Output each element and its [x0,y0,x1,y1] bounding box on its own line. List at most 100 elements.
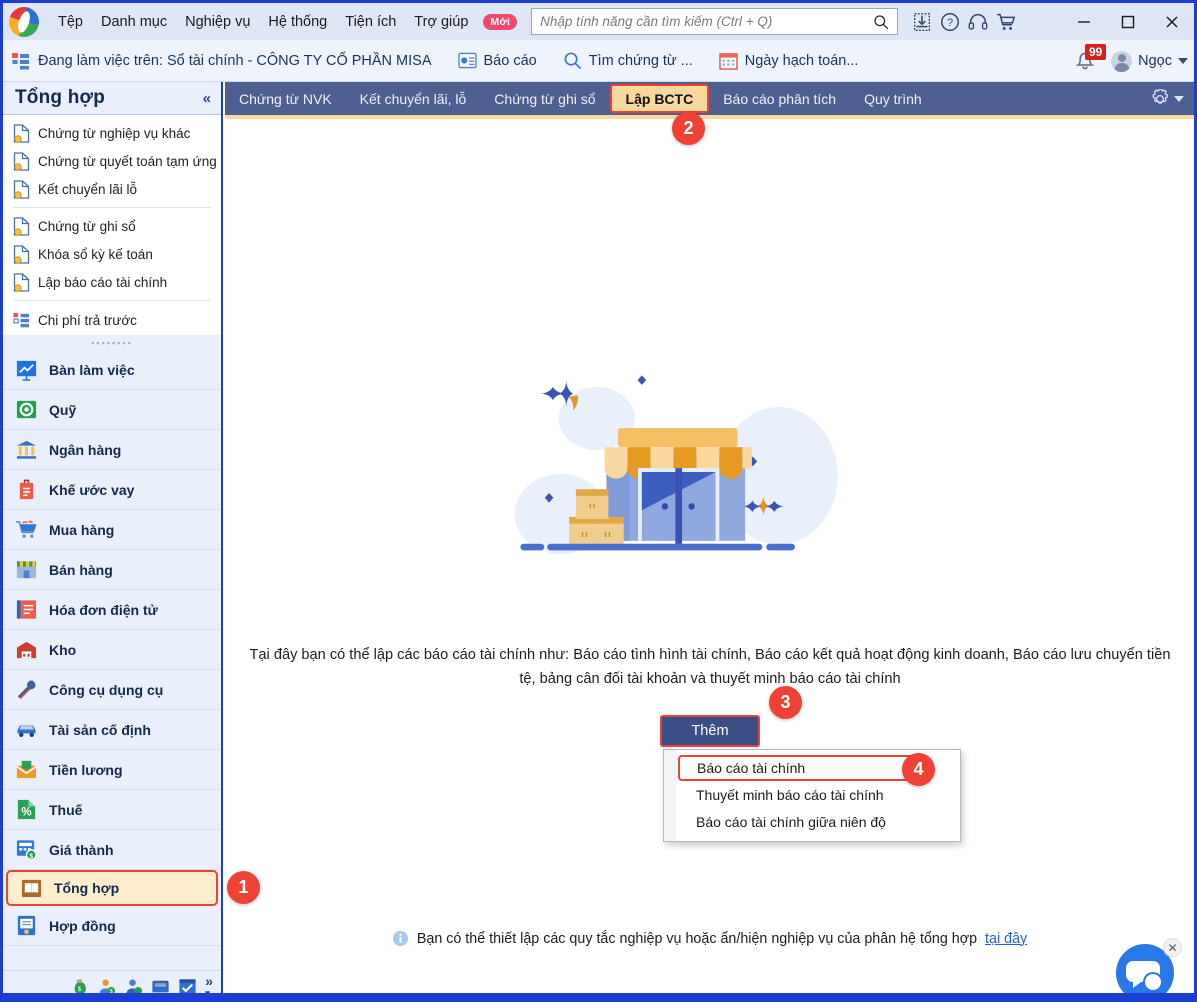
close-chat-icon[interactable]: ✕ [1163,938,1182,957]
sidebar-resize-handle[interactable]: ▪▪▪▪▪▪▪▪ [3,335,221,350]
tab-quy-trinh[interactable]: Quy trình [850,82,936,115]
sidebar-item-tong-hop[interactable]: Tổng hợp [6,870,218,906]
cart-icon[interactable] [995,11,1017,33]
notification-bell-button[interactable]: 99 [1071,44,1107,76]
new-badge: Mới [483,13,518,30]
contract-icon [17,915,36,936]
misa-logo-icon [9,6,39,37]
maximize-button[interactable] [1106,3,1150,40]
sidebar-item-tai-san-co-dinh[interactable]: Tài sản cố định [3,710,221,750]
tab-chung-tu-nvk[interactable]: Chứng từ NVK [225,82,346,115]
sidebar-link-ket-chuyen-lai-lo[interactable]: Kết chuyển lãi lỗ [3,175,221,203]
sidebar-item-hoa-don-dien-tu[interactable]: Hóa đơn điện tử [3,590,221,630]
tab-bar: Chứng từ NVK Kết chuyển lãi, lỗ Chứng từ… [225,82,1194,115]
car-icon [17,725,36,737]
dropdown-item-bctc-giua-nien-do[interactable]: Báo cáo tài chính giữa niên độ [664,808,960,835]
report-button[interactable]: Báo cáo [457,52,537,69]
find-voucher-button[interactable]: Tìm chứng từ ... [563,51,693,70]
module-label: Tổng hợp [54,880,120,896]
chevron-down-icon[interactable] [1174,95,1184,102]
module-label: Kho [49,641,77,658]
chevron-down-icon[interactable] [1178,58,1188,64]
sidebar-link-chung-tu-quyet-toan-tam-ung[interactable]: Chứng từ quyết toán tạm ứng [3,147,221,175]
toolbar-right-group: 99 Ngọc [1071,40,1188,82]
sidebar-item-ban-lam-viec[interactable]: Bàn làm việc [3,350,221,390]
org-tree-icon [12,52,29,69]
menu-tro-giup[interactable]: Trợ giúp [405,10,477,34]
collapse-sidebar-icon[interactable]: « [203,90,211,107]
headset-icon[interactable] [967,11,989,33]
window-controls [1062,3,1194,40]
module-label: Bán hàng [49,561,113,578]
posting-date-button[interactable]: Ngày hạch toán... [719,52,858,70]
module-label: Ngân hàng [49,441,122,458]
sidebar-item-quy[interactable]: Quỹ [3,390,221,430]
sidebar-item-khe-uoc-vay[interactable]: Khế ước vay [3,470,221,510]
search-input[interactable] [540,14,874,29]
tab-ket-chuyen-lai-lo[interactable]: Kết chuyển lãi, lỗ [346,82,481,115]
module-label: Giá thành [49,841,114,858]
sidebar-link-label: Chứng từ quyết toán tạm ứng [38,153,217,169]
page-description: Tại đây bạn có thể lập các báo cáo tài c… [249,647,1171,687]
sidebar-link-label: Chứng từ ghi sổ [38,218,136,234]
sidebar-item-hop-dong[interactable]: Hợp đồng [3,906,221,946]
menu-danh-muc[interactable]: Danh mục [92,10,176,34]
gear-icon[interactable] [1150,88,1170,109]
sidebar-link-lap-bao-cao-tai-chinh[interactable]: Lập báo cáo tài chính [3,268,221,296]
menu-nghiep-vu[interactable]: Nghiệp vụ [176,10,259,34]
step-marker-2: 2 [672,112,705,145]
footer-hint: Bạn có thể thiết lập các quy tắc nghiệp … [225,930,1194,947]
einvoice-icon [16,600,37,619]
sidebar-item-cong-cu-dung-cu[interactable]: Công cụ dụng cụ [3,670,221,710]
user-menu[interactable]: Ngọc [1111,50,1188,72]
working-context[interactable]: Đang làm việc trên: Sổ tài chính - CÔNG … [11,51,432,71]
sidebar-link-chi-phi-tra-truoc[interactable]: Chi phí trả trước [3,305,221,335]
download-icon[interactable] [911,11,933,33]
sidebar-item-gia-thanh[interactable]: $ Giá thành [3,830,221,870]
sidebar-item-thue[interactable]: % Thuế [3,790,221,830]
global-search-box[interactable] [531,8,899,35]
module-label: Thuế [49,801,83,818]
prepaid-tree-icon [13,312,30,327]
step-marker-1: 1 [227,871,260,904]
document-icon [13,151,30,171]
menu-tien-ich[interactable]: Tiện ích [336,10,405,34]
help-icon[interactable]: ? [939,11,961,33]
menu-bar: Tệp Danh mục Nghiệp vụ Hệ thống Tiện ích… [3,3,1194,40]
document-icon [13,244,30,264]
minimize-button[interactable] [1062,3,1106,40]
sidebar-link-chung-tu-nghiep-vu-khac[interactable]: Chứng từ nghiệp vụ khác [3,119,221,147]
module-label: Quỹ [49,401,77,418]
sidebar-item-kho[interactable]: Kho [3,630,221,670]
status-bar [3,993,1194,999]
divider [13,300,211,301]
svg-text:%: % [21,806,31,818]
sidebar-item-tien-luong[interactable]: Tiền lương [3,750,221,790]
tab-chung-tu-ghi-so[interactable]: Chứng từ ghi sổ [480,82,609,115]
add-button[interactable]: Thêm [660,715,760,747]
dropdown-item-bao-cao-tai-chinh[interactable]: Báo cáo tài chính [678,755,922,781]
workdesk-icon [16,360,37,381]
divider [13,207,211,208]
close-button[interactable] [1150,3,1194,40]
sidebar-links: Chứng từ nghiệp vụ khác Chứng từ quyết t… [3,115,221,335]
find-voucher-label: Tìm chứng từ ... [588,52,693,69]
sidebar-item-mua-hang[interactable]: Mua hàng [3,510,221,550]
menu-he-thong[interactable]: Hệ thống [259,10,336,34]
safe-icon [16,400,37,419]
payroll-icon [16,760,37,779]
calendar-icon [719,52,738,70]
context-toolbar: Đang làm việc trên: Sổ tài chính - CÔNG … [3,40,1194,82]
module-label: Tiền lương [49,761,123,778]
menu-tep[interactable]: Tệp [49,10,92,34]
hint-link[interactable]: tại đây [985,931,1027,947]
purchase-cart-icon [15,520,37,538]
sidebar-link-khoa-so-ky-ke-toan[interactable]: Khóa sổ kỳ kế toán [3,240,221,268]
tab-bao-cao-phan-tich[interactable]: Báo cáo phân tích [709,82,850,115]
tab-lap-bctc[interactable]: Lập BCTC [609,84,710,113]
sidebar-link-chung-tu-ghi-so[interactable]: Chứng từ ghi sổ [3,212,221,240]
sidebar-item-ngan-hang[interactable]: Ngân hàng [3,430,221,470]
sidebar-item-ban-hang[interactable]: Bán hàng [3,550,221,590]
search-icon [874,14,889,29]
add-button-wrapper: Thêm [660,715,760,747]
